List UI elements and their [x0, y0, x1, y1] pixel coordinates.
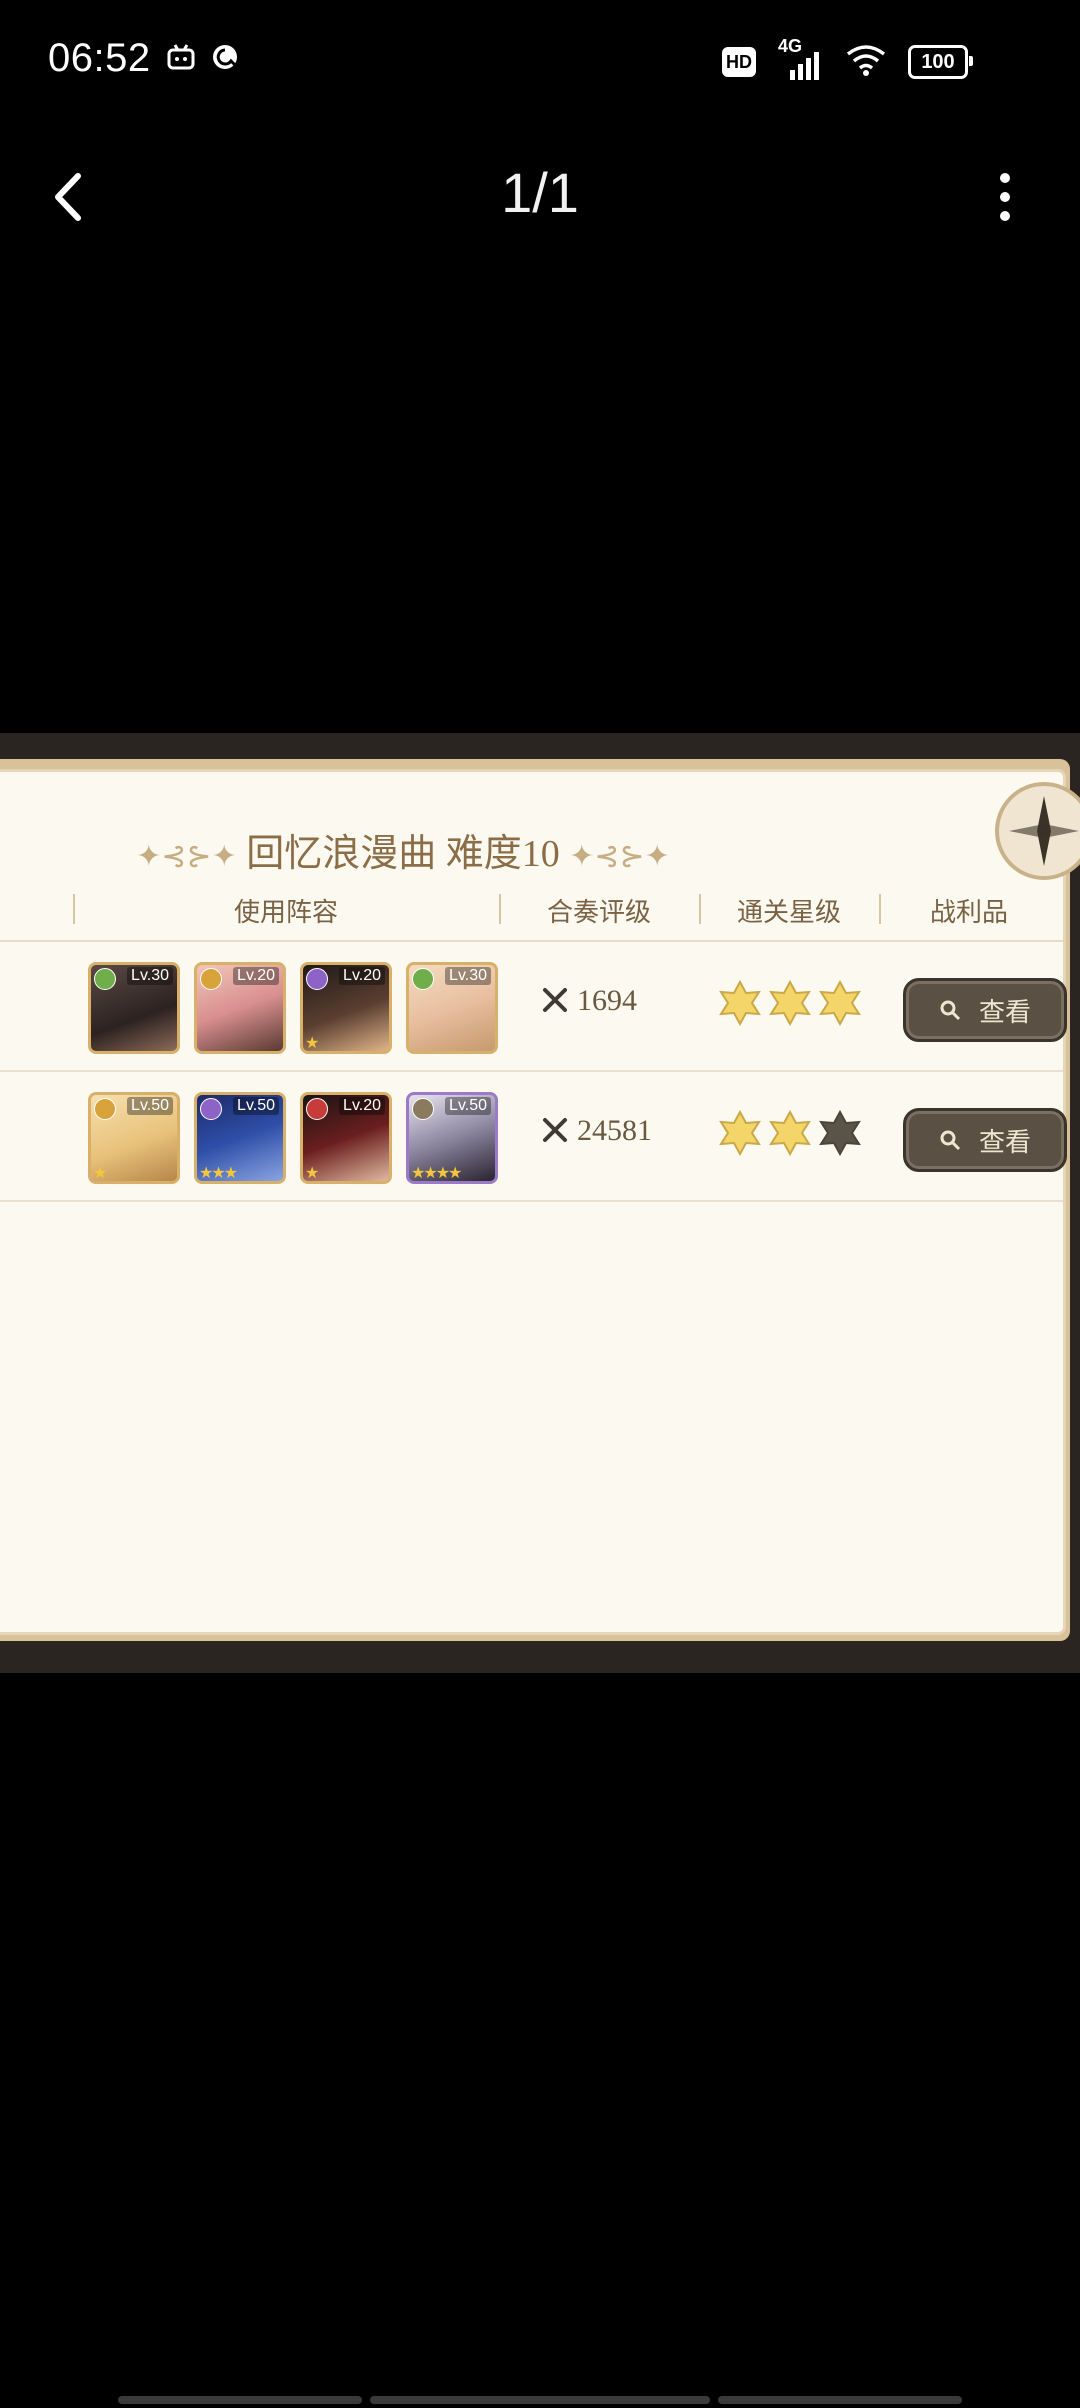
element-icon [94, 1098, 116, 1120]
bilibili-icon [166, 42, 196, 77]
gesture-bar [370, 2396, 710, 2404]
column-header-loot: 战利品 [929, 898, 1008, 927]
star-filled-icon [719, 1109, 761, 1157]
more-vertical-icon [1000, 173, 1010, 221]
column-header-rating: 合奏评级 [546, 898, 651, 927]
search-icon [940, 1130, 961, 1151]
page-counter: 1/1 [501, 161, 579, 224]
column-header-stars: 通关星级 [736, 898, 841, 927]
element-icon [306, 968, 328, 990]
status-time: 06:52 [48, 36, 151, 80]
avatar-stars: ★ [305, 1165, 319, 1182]
character-avatar[interactable]: Lv.50 ★★★★ [406, 1092, 498, 1184]
avatar-stars: ★ [93, 1165, 107, 1182]
battle-record-panel: ✦⊰⊱✦ 回忆浪漫曲 难度10 ✦⊰⊱✦ 使用阵容 合奏评级 通关星级 战利品 … [0, 769, 1080, 1635]
ensemble-rating: 24581 [541, 1114, 652, 1148]
avatar-level: Lv.20 [233, 967, 279, 985]
star-filled-icon [769, 1109, 811, 1157]
rating-value: 1694 [577, 984, 637, 1017]
character-avatar[interactable]: Lv.50 ★★★ [194, 1092, 286, 1184]
crossed-swords-icon [543, 988, 567, 1012]
view-loot-button[interactable]: 查看 [903, 978, 1067, 1042]
hd-badge: HD [722, 47, 756, 77]
avatar-level: Lv.30 [127, 967, 173, 985]
system-icons: HD 4G 100 [722, 36, 973, 86]
wifi-icon [846, 44, 886, 81]
element-icon [306, 1098, 328, 1120]
gesture-bar [718, 2396, 962, 2404]
character-avatar[interactable]: Lv.20 ★ [300, 1092, 392, 1184]
search-icon [940, 1000, 961, 1021]
character-avatar[interactable]: Lv.20 ★ [300, 962, 392, 1054]
messaging-app-icon [210, 42, 242, 79]
panel-title: ✦⊰⊱✦ 回忆浪漫曲 难度10 ✦⊰⊱✦ [0, 822, 843, 877]
element-icon [200, 968, 222, 990]
element-icon [412, 968, 434, 990]
table-row: Lv.30 Lv.20 Lv.20 ★ Lv.30 1694 查看 [0, 942, 1067, 1072]
title-ornament-left-icon: ✦⊰⊱✦ [136, 840, 237, 873]
clear-stars [717, 1109, 867, 1161]
gesture-bar [118, 2396, 362, 2404]
character-avatar[interactable]: Lv.30 [88, 962, 180, 1054]
rating-value: 24581 [577, 1114, 652, 1147]
clear-stars [717, 979, 867, 1031]
table-row: Lv.50 ★ Lv.50 ★★★ Lv.20 ★ Lv.50 ★★★★ 245… [0, 1072, 1067, 1202]
compass-ornament-icon [995, 782, 1080, 880]
table-header: 使用阵容 合奏评级 通关星级 战利品 [0, 884, 1063, 942]
column-header-team: 使用阵容 [233, 898, 338, 927]
avatar-stars: ★★★★ [411, 1165, 462, 1182]
star-filled-icon [819, 979, 861, 1027]
element-icon [412, 1098, 434, 1120]
title-ornament-right-icon: ✦⊰⊱✦ [569, 840, 670, 873]
crossed-swords-icon [543, 1118, 567, 1142]
star-filled-icon [769, 979, 811, 1027]
avatar-level: Lv.50 [445, 1097, 491, 1115]
element-icon [94, 968, 116, 990]
battery-icon: 100 [908, 45, 973, 79]
avatar-level: Lv.50 [127, 1097, 173, 1115]
screenshot-image[interactable]: ✦⊰⊱✦ 回忆浪漫曲 难度10 ✦⊰⊱✦ 使用阵容 合奏评级 通关星级 战利品 … [0, 733, 1080, 1673]
character-avatar[interactable]: Lv.20 [194, 962, 286, 1054]
character-avatar[interactable]: Lv.50 ★ [88, 1092, 180, 1184]
avatar-level: Lv.50 [233, 1097, 279, 1115]
avatar-level: Lv.30 [445, 967, 491, 985]
viewer-top-bar: 1/1 [0, 140, 1080, 250]
view-button-label: 查看 [978, 1127, 1031, 1157]
star-filled-icon [719, 979, 761, 1027]
stage-title: 回忆浪漫曲 难度10 [246, 833, 560, 875]
more-options-button[interactable] [970, 162, 1040, 232]
status-bar: 06:52 HD 4G 100 [0, 0, 1080, 120]
view-loot-button[interactable]: 查看 [903, 1108, 1067, 1172]
element-icon [200, 1098, 222, 1120]
character-avatar[interactable]: Lv.30 [406, 962, 498, 1054]
avatar-stars: ★ [305, 1035, 319, 1052]
avatar-level: Lv.20 [339, 1097, 385, 1115]
signal-icon: 4G [778, 36, 824, 82]
avatar-level: Lv.20 [339, 967, 385, 985]
star-empty-icon [819, 1109, 861, 1157]
view-button-label: 查看 [978, 997, 1031, 1027]
ensemble-rating: 1694 [541, 984, 637, 1018]
avatar-stars: ★★★ [199, 1165, 238, 1182]
